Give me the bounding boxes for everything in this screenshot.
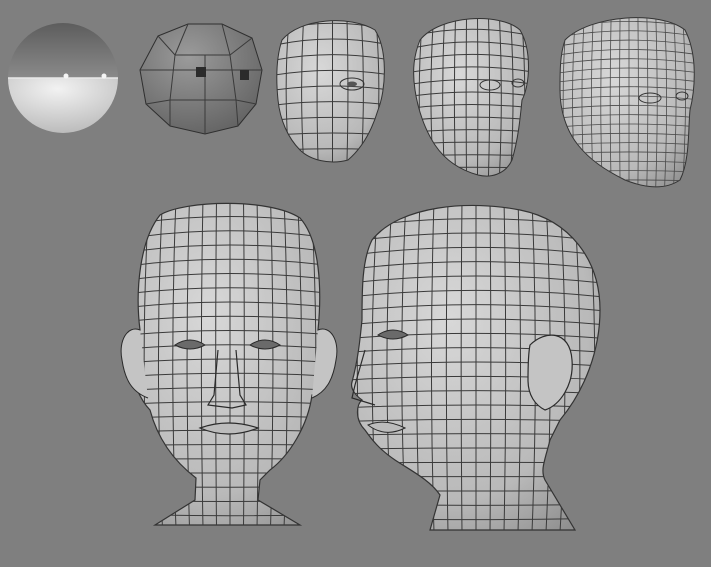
refined-head-icon xyxy=(413,18,529,177)
detailed-head-icon xyxy=(559,17,695,188)
blockout-head-icon xyxy=(276,20,385,163)
modeling-progression-canvas xyxy=(0,0,711,567)
head-three-quarter-view xyxy=(350,204,601,531)
head-front-view xyxy=(126,202,333,526)
cube-sphere-icon xyxy=(139,23,263,135)
mesh-illustration xyxy=(8,17,695,531)
uv-sphere-icon xyxy=(8,23,118,133)
